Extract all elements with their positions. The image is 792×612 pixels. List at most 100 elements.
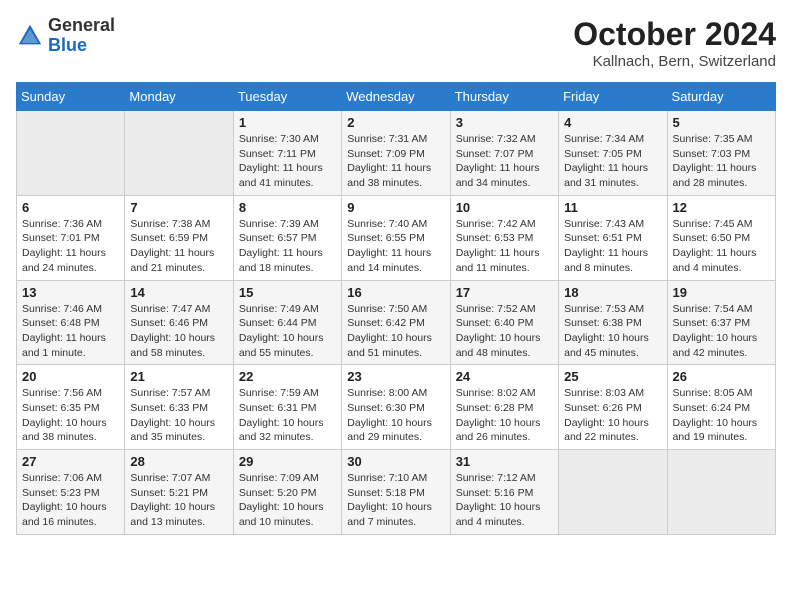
calendar-cell: 24Sunrise: 8:02 AMSunset: 6:28 PMDayligh… (450, 365, 558, 450)
calendar-cell: 13 Sunrise: 7:46 AMSunset: 6:48 PMDayligh… (17, 280, 125, 365)
day-info: Sunrise: 7:07 AMSunset: 5:21 PMDaylight:… (130, 471, 227, 530)
day-number: 18 (564, 285, 661, 300)
day-info: Sunrise: 7:34 AMSunset: 7:05 PMDaylight:… (564, 132, 661, 191)
calendar-cell: 11 Sunrise: 7:43 AMSunset: 6:51 PMDayligh… (559, 195, 667, 280)
day-info: Sunrise: 8:00 AMSunset: 6:30 PMDaylight:… (347, 386, 444, 445)
calendar-cell: 6 Sunrise: 7:36 AMSunset: 7:01 PMDaylight… (17, 195, 125, 280)
day-number: 30 (347, 454, 444, 469)
calendar-cell (125, 111, 233, 196)
month-year-title: October 2024 (573, 16, 776, 53)
calendar-cell: 1 Sunrise: 7:30 AMSunset: 7:11 PMDaylight… (233, 111, 341, 196)
day-number: 28 (130, 454, 227, 469)
day-info: Sunrise: 7:09 AMSunset: 5:20 PMDaylight:… (239, 471, 336, 530)
day-info: Sunrise: 7:52 AMSunset: 6:40 PMDaylight:… (456, 302, 553, 361)
weekday-header-thursday: Thursday (450, 83, 558, 111)
day-info: Sunrise: 7:57 AMSunset: 6:33 PMDaylight:… (130, 386, 227, 445)
calendar-cell: 12 Sunrise: 7:45 AMSunset: 6:50 PMDayligh… (667, 195, 775, 280)
day-number: 31 (456, 454, 553, 469)
page-header: General Blue October 2024 Kallnach, Bern… (16, 16, 776, 70)
weekday-header-friday: Friday (559, 83, 667, 111)
day-info: Sunrise: 7:59 AMSunset: 6:31 PMDaylight:… (239, 386, 336, 445)
day-number: 11 (564, 200, 661, 215)
day-number: 7 (130, 200, 227, 215)
calendar-cell (559, 450, 667, 535)
calendar-week-row: 27Sunrise: 7:06 AMSunset: 5:23 PMDayligh… (17, 450, 776, 535)
day-info: Sunrise: 7:53 AMSunset: 6:38 PMDaylight:… (564, 302, 661, 361)
calendar-cell (667, 450, 775, 535)
calendar-cell: 25Sunrise: 8:03 AMSunset: 6:26 PMDayligh… (559, 365, 667, 450)
day-number: 21 (130, 369, 227, 384)
calendar-cell: 16Sunrise: 7:50 AMSunset: 6:42 PMDayligh… (342, 280, 450, 365)
calendar-cell: 26Sunrise: 8:05 AMSunset: 6:24 PMDayligh… (667, 365, 775, 450)
day-number: 12 (673, 200, 770, 215)
calendar-header-row: SundayMondayTuesdayWednesdayThursdayFrid… (17, 83, 776, 111)
calendar-week-row: 20 Sunrise: 7:56 AMSunset: 6:35 PMDayligh… (17, 365, 776, 450)
calendar-week-row: 13 Sunrise: 7:46 AMSunset: 6:48 PMDayligh… (17, 280, 776, 365)
day-number: 3 (456, 115, 553, 130)
day-info: Sunrise: 7:38 AMSunset: 6:59 PMDaylight:… (130, 217, 227, 276)
logo-icon (16, 22, 44, 50)
weekday-header-tuesday: Tuesday (233, 83, 341, 111)
day-info: Sunrise: 7:42 AMSunset: 6:53 PMDaylight:… (456, 217, 553, 276)
calendar-cell: 23 Sunrise: 8:00 AMSunset: 6:30 PMDayligh… (342, 365, 450, 450)
calendar-table: SundayMondayTuesdayWednesdayThursdayFrid… (16, 82, 776, 535)
calendar-week-row: 6 Sunrise: 7:36 AMSunset: 7:01 PMDaylight… (17, 195, 776, 280)
day-number: 6 (22, 200, 119, 215)
calendar-cell: 2 Sunrise: 7:31 AMSunset: 7:09 PMDaylight… (342, 111, 450, 196)
day-number: 20 (22, 369, 119, 384)
day-number: 24 (456, 369, 553, 384)
weekday-header-sunday: Sunday (17, 83, 125, 111)
calendar-cell: 19Sunrise: 7:54 AMSunset: 6:37 PMDayligh… (667, 280, 775, 365)
day-info: Sunrise: 7:39 AMSunset: 6:57 PMDaylight:… (239, 217, 336, 276)
day-number: 13 (22, 285, 119, 300)
calendar-week-row: 1 Sunrise: 7:30 AMSunset: 7:11 PMDaylight… (17, 111, 776, 196)
day-number: 1 (239, 115, 336, 130)
logo-blue: Blue (48, 35, 87, 55)
calendar-cell: 7 Sunrise: 7:38 AMSunset: 6:59 PMDaylight… (125, 195, 233, 280)
calendar-cell: 30 Sunrise: 7:10 AMSunset: 5:18 PMDayligh… (342, 450, 450, 535)
day-info: Sunrise: 7:40 AMSunset: 6:55 PMDaylight:… (347, 217, 444, 276)
day-number: 23 (347, 369, 444, 384)
day-info: Sunrise: 7:43 AMSunset: 6:51 PMDaylight:… (564, 217, 661, 276)
day-number: 10 (456, 200, 553, 215)
day-number: 9 (347, 200, 444, 215)
calendar-cell: 17Sunrise: 7:52 AMSunset: 6:40 PMDayligh… (450, 280, 558, 365)
calendar-cell: 9 Sunrise: 7:40 AMSunset: 6:55 PMDaylight… (342, 195, 450, 280)
day-info: Sunrise: 7:46 AMSunset: 6:48 PMDaylight:… (22, 302, 119, 361)
calendar-cell: 10 Sunrise: 7:42 AMSunset: 6:53 PMDayligh… (450, 195, 558, 280)
calendar-cell (17, 111, 125, 196)
day-info: Sunrise: 7:36 AMSunset: 7:01 PMDaylight:… (22, 217, 119, 276)
day-number: 4 (564, 115, 661, 130)
day-info: Sunrise: 7:30 AMSunset: 7:11 PMDaylight:… (239, 132, 336, 191)
day-number: 22 (239, 369, 336, 384)
calendar-cell: 4 Sunrise: 7:34 AMSunset: 7:05 PMDaylight… (559, 111, 667, 196)
day-info: Sunrise: 7:50 AMSunset: 6:42 PMDaylight:… (347, 302, 444, 361)
calendar-cell: 18 Sunrise: 7:53 AMSunset: 6:38 PMDayligh… (559, 280, 667, 365)
calendar-cell: 21 Sunrise: 7:57 AMSunset: 6:33 PMDayligh… (125, 365, 233, 450)
calendar-cell: 29 Sunrise: 7:09 AMSunset: 5:20 PMDayligh… (233, 450, 341, 535)
day-number: 29 (239, 454, 336, 469)
day-info: Sunrise: 7:45 AMSunset: 6:50 PMDaylight:… (673, 217, 770, 276)
title-block: October 2024 Kallnach, Bern, Switzerland (573, 16, 776, 70)
day-info: Sunrise: 7:35 AMSunset: 7:03 PMDaylight:… (673, 132, 770, 191)
day-info: Sunrise: 7:54 AMSunset: 6:37 PMDaylight:… (673, 302, 770, 361)
day-info: Sunrise: 7:10 AMSunset: 5:18 PMDaylight:… (347, 471, 444, 530)
day-number: 14 (130, 285, 227, 300)
day-number: 2 (347, 115, 444, 130)
day-info: Sunrise: 8:03 AMSunset: 6:26 PMDaylight:… (564, 386, 661, 445)
logo-general: General (48, 15, 115, 35)
logo: General Blue (16, 16, 115, 56)
calendar-cell: 5 Sunrise: 7:35 AMSunset: 7:03 PMDaylight… (667, 111, 775, 196)
day-number: 26 (673, 369, 770, 384)
day-number: 5 (673, 115, 770, 130)
logo-text: General Blue (48, 16, 115, 56)
calendar-cell: 20 Sunrise: 7:56 AMSunset: 6:35 PMDayligh… (17, 365, 125, 450)
day-info: Sunrise: 7:32 AMSunset: 7:07 PMDaylight:… (456, 132, 553, 191)
location-subtitle: Kallnach, Bern, Switzerland (573, 53, 776, 70)
day-info: Sunrise: 7:56 AMSunset: 6:35 PMDaylight:… (22, 386, 119, 445)
weekday-header-saturday: Saturday (667, 83, 775, 111)
calendar-cell: 8Sunrise: 7:39 AMSunset: 6:57 PMDaylight… (233, 195, 341, 280)
day-info: Sunrise: 7:31 AMSunset: 7:09 PMDaylight:… (347, 132, 444, 191)
calendar-cell: 31 Sunrise: 7:12 AMSunset: 5:16 PMDayligh… (450, 450, 558, 535)
day-info: Sunrise: 7:12 AMSunset: 5:16 PMDaylight:… (456, 471, 553, 530)
